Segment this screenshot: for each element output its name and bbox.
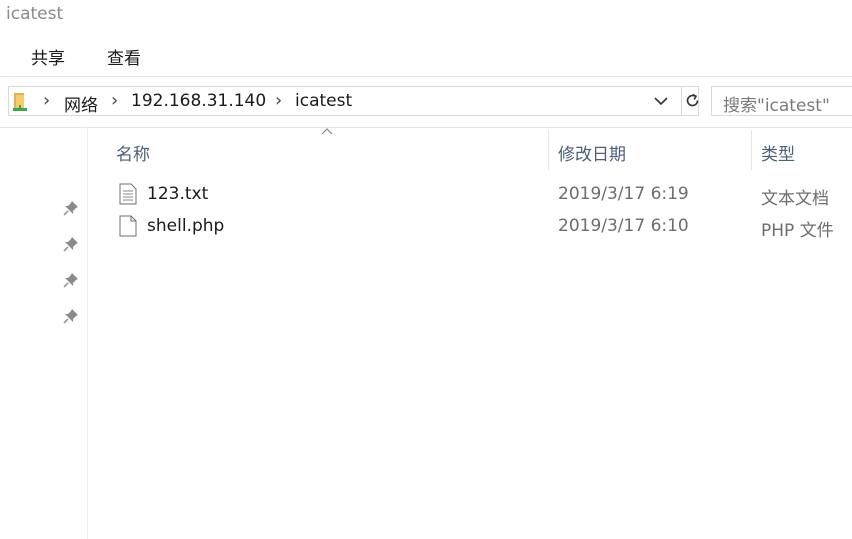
breadcrumb-network[interactable]: 网络 [64,91,98,116]
pin-icon[interactable] [63,236,79,252]
window-title: icatest [6,4,64,24]
breadcrumb-folder[interactable]: icatest [295,91,352,111]
blank-file-icon [119,215,137,237]
pin-icon[interactable] [63,200,79,216]
address-bar[interactable]: › 网络 › 192.168.31.140 › icatest [8,86,699,116]
column-header-date[interactable]: 修改日期 [558,140,626,165]
folder-network-icon [13,93,27,111]
chevron-down-icon[interactable] [653,93,669,109]
file-type: 文本文档 [761,189,829,209]
search-input[interactable]: 搜索"icatest" [723,91,830,116]
breadcrumb-host[interactable]: 192.168.31.140 [131,91,266,111]
navigation-pane [0,127,88,539]
text-file-icon [119,183,137,205]
file-name: shell.php [147,216,225,236]
column-header-type[interactable]: 类型 [761,140,795,165]
file-modified-date: 2019/3/17 6:19 [558,184,689,204]
refresh-button[interactable] [681,87,699,115]
file-type: PHP 文件 [761,221,834,241]
breadcrumb-chevron-icon[interactable]: › [275,90,282,111]
search-box[interactable]: 搜索"icatest" [711,86,852,116]
refresh-icon [686,93,699,107]
breadcrumb-chevron-icon[interactable]: › [43,90,50,111]
ribbon-tab-view[interactable]: 查看 [107,44,141,69]
column-divider[interactable] [751,130,752,170]
sort-ascending-icon [321,128,333,135]
ribbon-tab-share[interactable]: 共享 [31,44,65,69]
column-divider[interactable] [548,130,549,170]
navigation-bar: › 网络 › 192.168.31.140 › icatest 搜索"icate… [0,76,852,128]
file-name: 123.txt [147,184,209,204]
file-modified-date: 2019/3/17 6:10 [558,216,689,236]
ribbon-tabs: 共享 查看 [0,44,852,69]
file-row[interactable]: shell.php 2019/3/17 6:10 PHP 文件 [110,212,852,242]
file-row[interactable]: 123.txt 2019/3/17 6:19 文本文档 [110,180,852,210]
column-header-name[interactable]: 名称 [116,140,150,165]
pin-icon[interactable] [63,272,79,288]
breadcrumb-chevron-icon[interactable]: › [111,90,118,111]
pin-icon[interactable] [63,308,79,324]
